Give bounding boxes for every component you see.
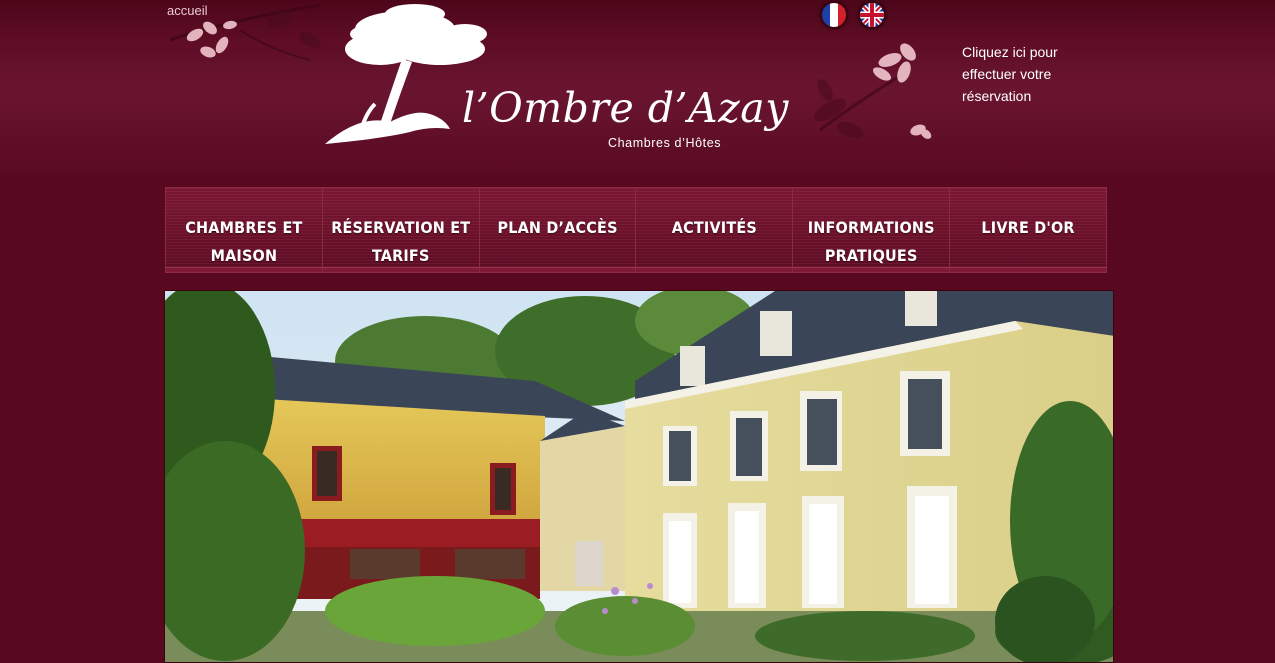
blossom-decoration-right [813, 43, 932, 139]
nav-item-plan-acces[interactable]: PLAN D’ACCÈS [479, 188, 637, 272]
nav-item-reservation[interactable]: RÉSERVATION ET TARIFS [322, 188, 480, 272]
house-photo-illustration [165, 291, 1113, 662]
logo-title: l’Ombre d’Azay [462, 84, 789, 132]
nav-item-label: RÉSERVATION ET TARIFS [331, 218, 471, 265]
uk-flag-icon[interactable] [858, 1, 886, 29]
reservation-line-2: effectuer votre [962, 66, 1052, 82]
reservation-line-1: Cliquez ici pour [962, 44, 1058, 60]
nav-item-activites[interactable]: ACTIVITÉS [636, 188, 794, 272]
reservation-line-3: réservation [962, 88, 1032, 104]
nav-item-chambres[interactable]: CHAMBRES ET MAISON [166, 188, 323, 272]
reservation-link[interactable]: Cliquez ici pour effectuer votre réserva… [962, 41, 1112, 107]
french-flag-icon[interactable] [820, 1, 848, 29]
nav-item-label: CHAMBRES ET MAISON [185, 218, 303, 265]
logo-subtitle: Chambres d’Hôtes [608, 136, 722, 150]
nav-item-label: PLAN D’ACCÈS [497, 218, 618, 237]
nav-item-label: ACTIVITÉS [671, 218, 757, 237]
house-photo [164, 290, 1114, 663]
nav-item-label: INFORMATIONS PRATIQUES [807, 218, 935, 265]
nav-item-label: LIVRE D'OR [981, 218, 1075, 237]
nav-item-informations[interactable]: INFORMATIONS PRATIQUES [793, 188, 951, 272]
main-navigation: CHAMBRES ET MAISON RÉSERVATION ET TARIFS P… [165, 187, 1107, 273]
nav-item-livre-dor[interactable]: LIVRE D'OR [950, 188, 1106, 272]
